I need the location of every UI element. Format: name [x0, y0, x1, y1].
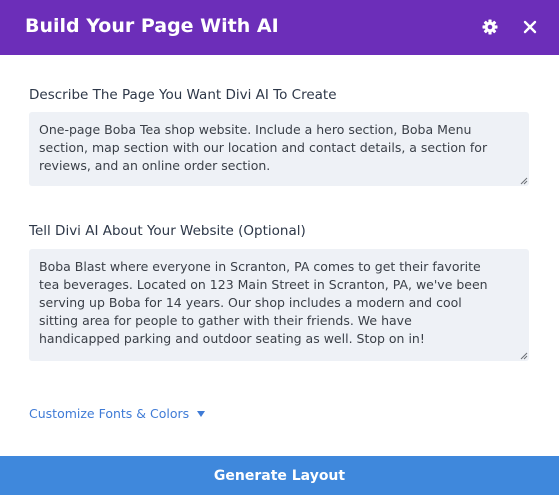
- modal-header: Build Your Page With AI: [0, 0, 559, 55]
- modal-title: Build Your Page With AI: [25, 15, 279, 37]
- description-text: One-page Boba Tea shop website. Include …: [39, 122, 488, 173]
- description-textarea[interactable]: One-page Boba Tea shop website. Include …: [29, 112, 529, 186]
- close-icon[interactable]: [520, 17, 540, 37]
- description-label: Describe The Page You Want Divi AI To Cr…: [29, 87, 337, 103]
- generate-layout-button[interactable]: Generate Layout: [0, 456, 559, 495]
- gear-icon[interactable]: [480, 17, 500, 37]
- customize-link-label: Customize Fonts & Colors: [29, 406, 190, 421]
- build-page-modal: Build Your Page With AI Describe The Pag…: [0, 0, 559, 495]
- website-textarea[interactable]: Boba Blast where everyone in Scranton, P…: [29, 249, 529, 361]
- resize-handle-icon[interactable]: [520, 177, 528, 185]
- caret-down-icon: [197, 410, 206, 417]
- customize-fonts-colors-link[interactable]: Customize Fonts & Colors: [29, 406, 206, 421]
- generate-layout-label: Generate Layout: [213, 467, 346, 484]
- website-text: Boba Blast where everyone in Scranton, P…: [39, 259, 488, 346]
- resize-handle-icon[interactable]: [520, 352, 528, 360]
- website-label: Tell Divi AI About Your Website (Optiona…: [29, 223, 306, 239]
